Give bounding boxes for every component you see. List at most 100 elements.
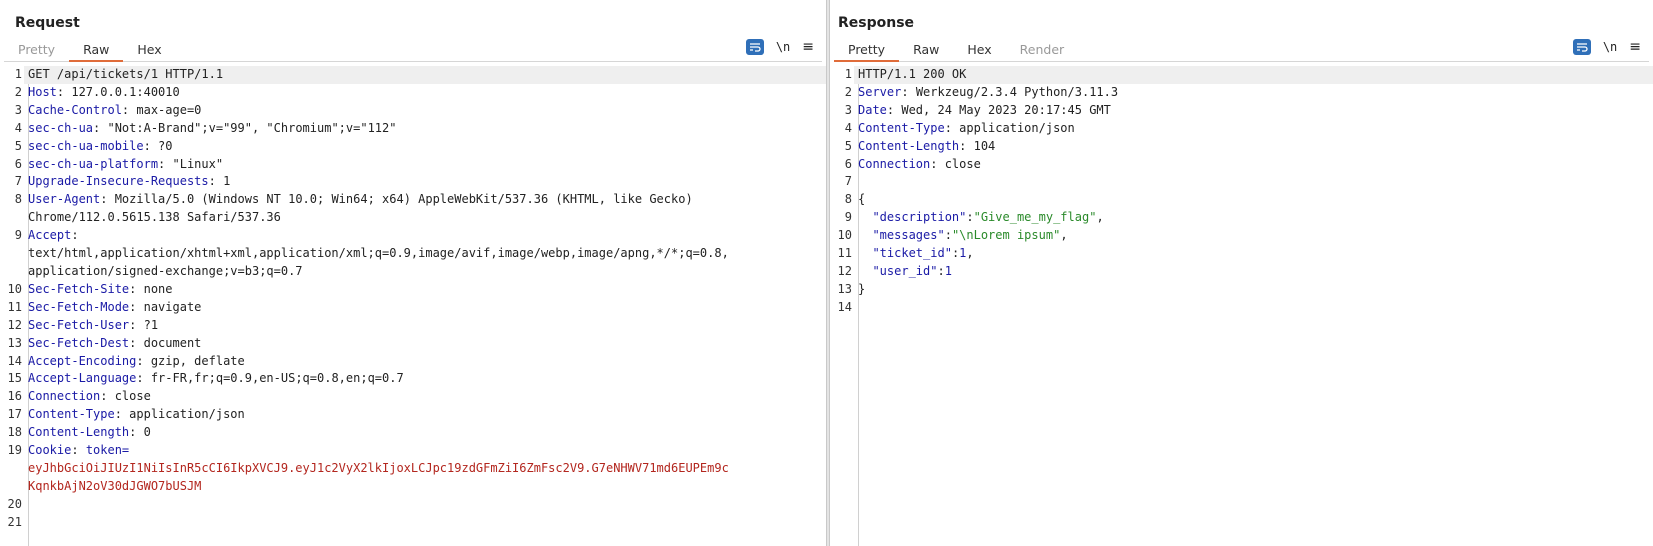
response-editor[interactable]: 1 HTTP/1.1 200 OK 2 Server: Werkzeug/2.3.4 … bbox=[834, 66, 1653, 546]
tab-render[interactable]: Render bbox=[1006, 40, 1079, 62]
line-number: 4 bbox=[844, 120, 852, 135]
request-editor[interactable]: 1 GET /api/tickets/1 HTTP/1.1 2 Host: 127.0… bbox=[4, 66, 826, 546]
line-number: 17 bbox=[7, 407, 22, 422]
header-separator: : bbox=[930, 156, 945, 171]
show-newlines-button[interactable]: \n bbox=[1603, 40, 1617, 54]
header-name: Accept-Encoding bbox=[28, 353, 137, 368]
line-number: 18 bbox=[7, 425, 22, 440]
json-brace: { bbox=[858, 192, 866, 207]
code-line: 3 Date: Wed, 24 May 2023 20:17:45 GMT bbox=[834, 102, 1653, 120]
line-content: "messages":"\nLorem ipsum", bbox=[854, 227, 1653, 245]
code-line: 11 "ticket_id":1, bbox=[834, 245, 1653, 263]
code-line: 17 Content-Type: application/json bbox=[4, 406, 826, 424]
code-line: Chrome/112.0.5615.138 Safari/537.36 bbox=[4, 209, 826, 227]
code-line: 13} bbox=[834, 281, 1653, 299]
line-content: sec-ch-ua: "Not:A-Brand";v="99", "Chromi… bbox=[24, 120, 826, 138]
header-value: 104 bbox=[973, 138, 996, 153]
tab-hex[interactable]: Hex bbox=[123, 40, 175, 62]
code-line: 12 "user_id":1 bbox=[834, 263, 1653, 281]
line-content: application/signed-exchange;v=b3;q=0.7 bbox=[24, 263, 826, 281]
line-content: Host: 127.0.0.1:40010 bbox=[24, 84, 826, 102]
code-line: 11 Sec-Fetch-Mode: navigate bbox=[4, 299, 826, 317]
header-separator: : bbox=[136, 353, 151, 368]
wrap-lines-icon bbox=[1576, 43, 1588, 52]
menu-icon[interactable]: ≡ bbox=[802, 40, 814, 54]
line-number: 11 bbox=[837, 246, 852, 261]
header-name: Server bbox=[858, 84, 902, 99]
line-content: Sec-Fetch-Dest: document bbox=[24, 335, 826, 353]
response-title: Response bbox=[838, 15, 915, 31]
tab-pretty[interactable]: Pretty bbox=[4, 40, 69, 62]
line-number: 3 bbox=[844, 102, 852, 117]
line-content: Sec-Fetch-User: ?1 bbox=[24, 317, 826, 335]
header-value: GET /api/tickets/1 HTTP/1.1 bbox=[28, 67, 224, 81]
tab-raw[interactable]: Raw bbox=[69, 40, 124, 62]
show-newlines-button[interactable]: \n bbox=[776, 40, 790, 54]
wrap-lines-button[interactable] bbox=[1572, 39, 1591, 55]
header-value: none bbox=[143, 281, 173, 296]
header-value: Werkzeug/2.3.4 Python/3.11.3 bbox=[915, 84, 1119, 99]
code-line: 4 Content-Type: application/json bbox=[834, 120, 1653, 138]
line-content: "description":"Give_me_my_flag", bbox=[854, 209, 1653, 227]
code-line: 6 Connection: close bbox=[834, 156, 1653, 174]
line-content: Chrome/112.0.5615.138 Safari/537.36 bbox=[24, 209, 826, 227]
line-content: Cache-Control: max-age=0 bbox=[24, 102, 826, 120]
header-name: Content-Type bbox=[28, 407, 115, 422]
json-comma: , bbox=[966, 246, 974, 261]
code-line: 5 Content-Length: 104 bbox=[834, 138, 1653, 156]
line-number: 8 bbox=[844, 192, 852, 207]
json-colon: : bbox=[966, 210, 974, 225]
line-number: 2 bbox=[14, 84, 22, 99]
header-name: Accept-Language bbox=[28, 371, 137, 386]
header-value: ?1 bbox=[143, 317, 159, 332]
wrap-lines-button[interactable] bbox=[745, 39, 764, 55]
header-separator: : bbox=[129, 317, 144, 332]
response-panel: Response Pretty Raw Hex Render \n ≡ 1 HTT… bbox=[830, 0, 1653, 546]
json-value: "\nLorem ipsum" bbox=[951, 228, 1061, 243]
line-number: 8 bbox=[14, 192, 22, 207]
header-value: gzip, deflate bbox=[150, 353, 245, 368]
tab-raw[interactable]: Raw bbox=[899, 40, 953, 62]
header-name: Cookie bbox=[28, 443, 72, 458]
line-number: 15 bbox=[7, 371, 22, 386]
line-content: Connection: close bbox=[854, 156, 1653, 174]
header-name: sec-ch-ua bbox=[28, 120, 94, 135]
header-separator: : bbox=[129, 281, 144, 296]
line-number: 6 bbox=[844, 156, 852, 171]
line-content: sec-ch-ua-mobile: ?0 bbox=[24, 138, 826, 156]
header-value: fr-FR,fr;q=0.9,en-US;q=0.8,en;q=0.7 bbox=[150, 371, 404, 386]
header-name: Connection bbox=[858, 156, 931, 171]
code-line: 7 bbox=[834, 173, 1653, 191]
line-number bbox=[4, 245, 24, 263]
json-key: "ticket_id" bbox=[872, 246, 952, 261]
line-content: eyJhbGciOiJIUzI1NiIsInR5cCI6IkpXVCJ9.eyJ… bbox=[24, 460, 826, 478]
code-line: 8 User-Agent: Mozilla/5.0 (Windows NT 10.… bbox=[4, 191, 826, 209]
line-number: 12 bbox=[837, 263, 852, 278]
header-value: HTTP/1.1 200 OK bbox=[858, 67, 967, 81]
line-number: 5 bbox=[14, 138, 22, 153]
line-content: Content-Length: 0 bbox=[24, 424, 826, 442]
header-separator: : bbox=[901, 84, 916, 99]
menu-icon[interactable]: ≡ bbox=[1629, 40, 1641, 54]
json-colon: : bbox=[944, 228, 952, 243]
line-number: 6 bbox=[14, 156, 22, 171]
code-line: 18 Content-Length: 0 bbox=[4, 424, 826, 442]
tab-pretty[interactable]: Pretty bbox=[834, 40, 900, 62]
json-comma: , bbox=[1096, 210, 1104, 225]
json-value: "Give_me_my_flag" bbox=[973, 210, 1097, 225]
header-value: document bbox=[143, 335, 202, 350]
code-line: 20 bbox=[4, 496, 826, 514]
header-value: close bbox=[114, 389, 151, 404]
line-number: 1 bbox=[14, 67, 22, 81]
line-content: GET /api/tickets/1 HTTP/1.1 bbox=[24, 66, 826, 84]
tab-hex[interactable]: Hex bbox=[953, 40, 1005, 62]
header-name: Content-Type bbox=[858, 120, 945, 135]
line-content: text/html,application/xhtml+xml,applicat… bbox=[24, 245, 826, 263]
code-line: 6 sec-ch-ua-platform: "Linux" bbox=[4, 156, 826, 174]
line-content: Accept-Language: fr-FR,fr;q=0.9,en-US;q=… bbox=[24, 370, 826, 388]
code-line: 3 Cache-Control: max-age=0 bbox=[4, 102, 826, 120]
line-continuation: KqnkbAjN2oV30dJGWO7bUSJM bbox=[28, 478, 202, 493]
header-value: Mozilla/5.0 (Windows NT 10.0; Win64; x64… bbox=[114, 192, 693, 207]
code-line: 16 Connection: close bbox=[4, 388, 826, 406]
